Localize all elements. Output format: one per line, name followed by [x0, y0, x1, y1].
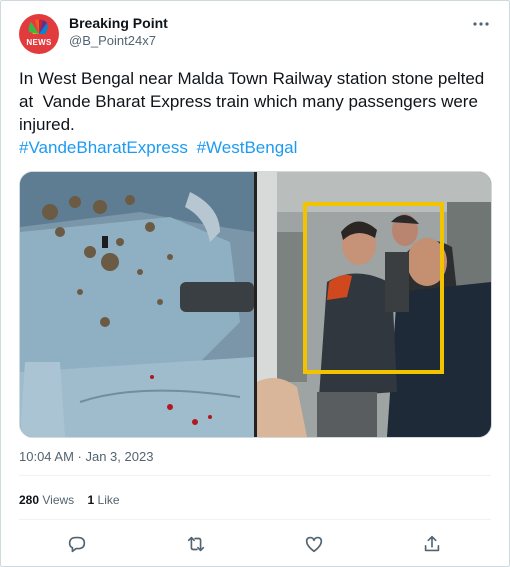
- photo-passengers[interactable]: [257, 172, 491, 437]
- author-name[interactable]: Breaking Point: [69, 15, 168, 31]
- hashtag-link[interactable]: #WestBengal: [197, 138, 298, 157]
- likes-count: 1: [87, 493, 95, 507]
- avatar-text: NEWS: [26, 38, 52, 47]
- likes-label: Like: [97, 493, 120, 507]
- like-icon: [305, 536, 323, 553]
- peacock-logo-icon: [28, 19, 48, 34]
- views-count: 280: [19, 493, 40, 507]
- tweet-card: NEWS Breaking Point @B_Point24x7 In West…: [0, 0, 510, 567]
- tweet-text: In West Bengal near Malda Town Railway s…: [19, 69, 489, 134]
- divider: [19, 475, 491, 476]
- retweet-icon: [187, 536, 205, 552]
- hashtag-link[interactable]: #VandeBharatExpress: [19, 138, 188, 157]
- avatar[interactable]: NEWS: [19, 14, 59, 54]
- views-label: Views: [42, 493, 75, 507]
- photo-damaged-seat[interactable]: [20, 172, 254, 437]
- like-button[interactable]: [301, 531, 327, 557]
- more-options-button[interactable]: [471, 15, 491, 33]
- hashtag-row: #VandeBharatExpress #WestBengal: [19, 136, 301, 159]
- engagement-stats: 280 Views 1 Like: [19, 493, 130, 507]
- divider: [19, 519, 491, 520]
- reply-button[interactable]: [64, 531, 90, 557]
- author-handle[interactable]: @B_Point24x7: [69, 33, 156, 48]
- likes-stat[interactable]: 1 Like: [88, 493, 120, 507]
- more-dots-icon: [473, 22, 489, 26]
- tweet-timestamp[interactable]: 10:04 AM · Jan 3, 2023: [19, 449, 153, 464]
- reply-icon: [68, 536, 86, 553]
- media-grid[interactable]: [19, 171, 492, 438]
- action-bar: [1, 531, 509, 557]
- retweet-button[interactable]: [183, 531, 209, 557]
- views-stat[interactable]: 280 Views: [19, 493, 74, 507]
- share-icon: [424, 535, 440, 552]
- share-button[interactable]: [419, 531, 445, 557]
